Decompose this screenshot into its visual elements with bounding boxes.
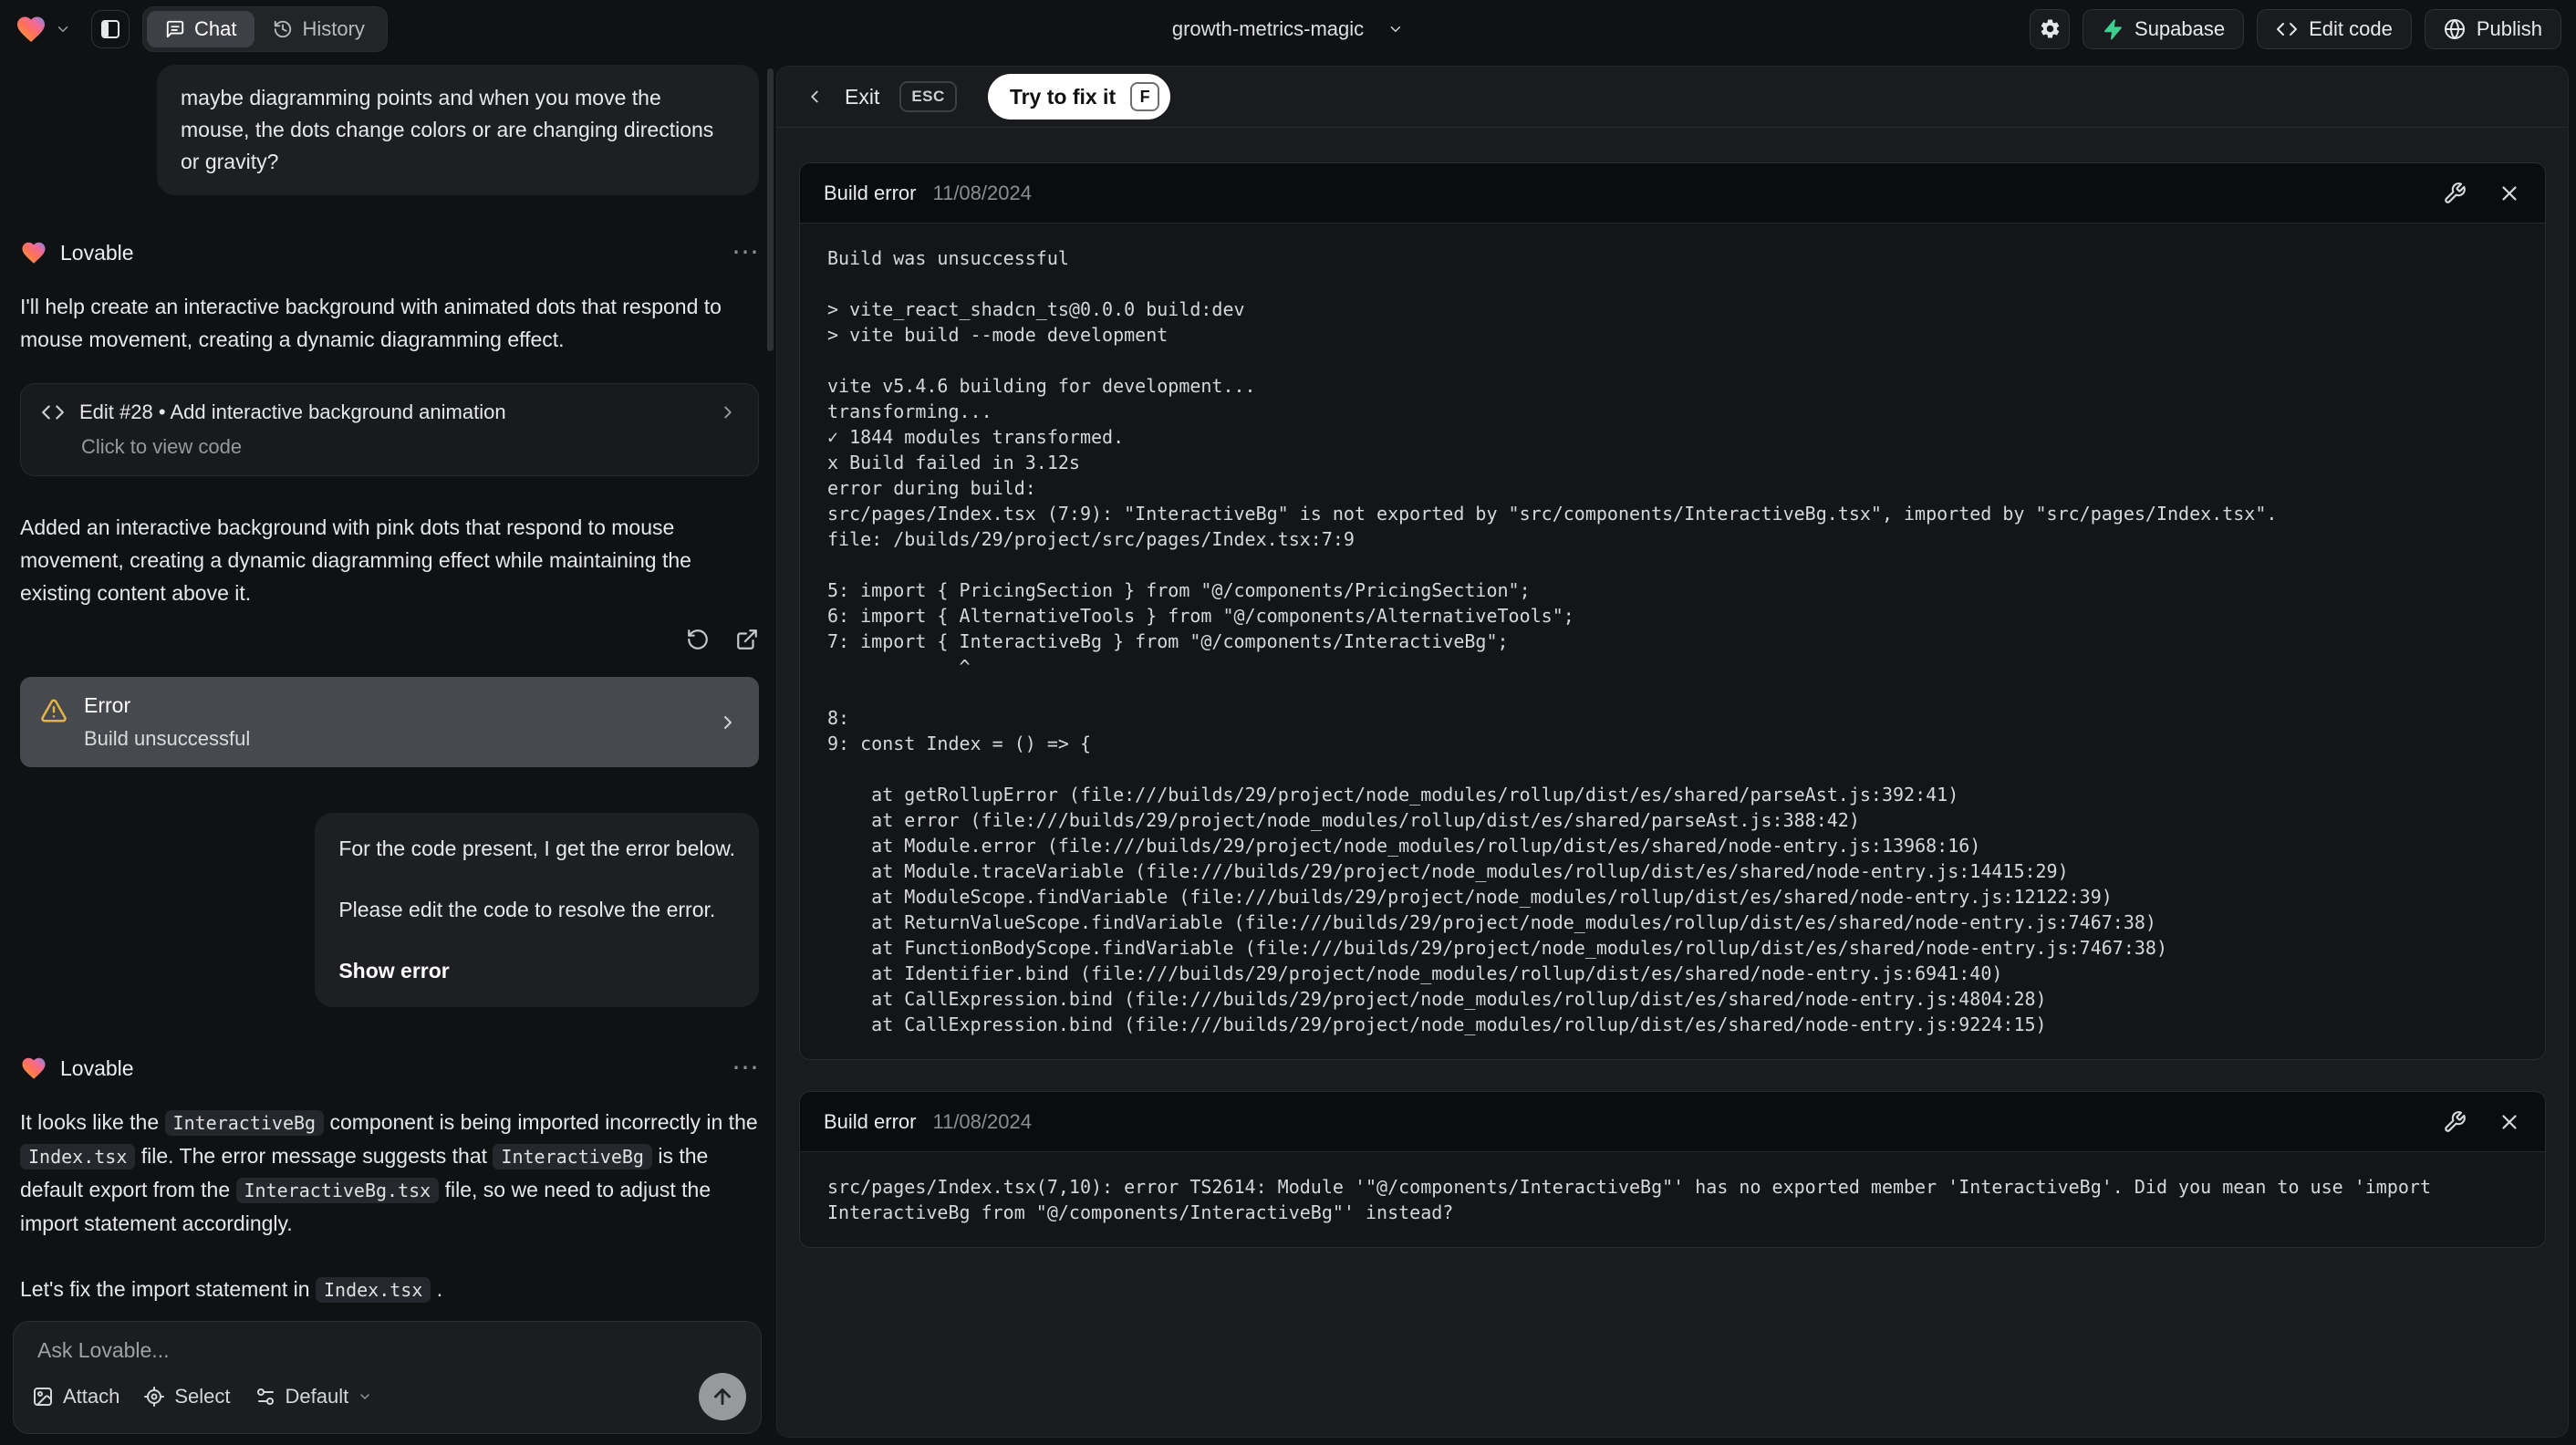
attach-button[interactable]: Attach (32, 1385, 119, 1409)
project-selector[interactable]: growth-metrics-magic (1172, 0, 1404, 57)
topbar-actions: Supabase Edit code Publish (2030, 8, 2561, 49)
select-target-icon (143, 1386, 165, 1408)
assistant-message: Added an interactive background with pin… (20, 515, 691, 605)
close-icon[interactable] (2498, 182, 2521, 205)
edit-code-button[interactable]: Edit code (2257, 8, 2412, 49)
edit-card-28[interactable]: Edit #28 • Add interactive background an… (20, 383, 759, 476)
assistant-name: Lovable (60, 1055, 134, 1080)
user-message: maybe diagramming points and when you mo… (157, 65, 759, 195)
code-icon (2276, 18, 2298, 40)
user-message-text: Please edit the code to resolve the erro… (338, 898, 716, 921)
arrow-up-icon (711, 1385, 734, 1409)
mode-label: Default (285, 1385, 349, 1408)
user-message: For the code present, I get the error be… (315, 813, 759, 1007)
assistant-name: Lovable (60, 240, 134, 265)
supabase-button[interactable]: Supabase (2083, 8, 2245, 49)
chat-input-toolbar: Attach Select Default (32, 1373, 746, 1420)
top-bar: Chat History growth-metrics-magic Supaba… (0, 0, 2576, 57)
fix-button-label: Try to fix it (1009, 84, 1117, 109)
try-to-fix-button[interactable]: Try to fix it F (987, 74, 1171, 120)
tab-history[interactable]: History (254, 11, 382, 47)
close-icon[interactable] (2498, 1110, 2521, 1134)
sidebar-toggle-button[interactable] (91, 9, 130, 48)
f-key-badge: F (1130, 82, 1160, 111)
console-panel: Exit ESC Try to fix it F Build error 11/… (776, 66, 2569, 1438)
settings-button[interactable] (2030, 8, 2071, 49)
edit-card-subtitle: Click to view code (81, 435, 243, 458)
supabase-label: Supabase (2135, 16, 2226, 40)
chat-bubble-icon (165, 19, 185, 39)
assistant-header: Lovable ⋯ (20, 239, 759, 266)
gear-icon (2039, 17, 2062, 40)
image-attach-icon (32, 1386, 54, 1408)
build-error-date: 11/08/2024 (932, 1109, 1032, 1133)
publish-button[interactable]: Publish (2424, 8, 2561, 49)
build-error-log: Build was unsuccessful > vite_react_shad… (827, 247, 2278, 1035)
lovable-heart-icon (20, 1055, 47, 1082)
chevron-right-icon (717, 712, 739, 733)
chevron-down-icon (1387, 21, 1404, 37)
send-button[interactable] (699, 1373, 746, 1420)
build-error-date: 11/08/2024 (932, 181, 1032, 204)
exit-label: Exit (845, 84, 880, 109)
globe-icon (2444, 18, 2466, 40)
esc-key-badge: ESC (899, 81, 957, 112)
user-message-text: maybe diagramming points and when you mo… (181, 86, 714, 173)
assistant-message-rich: Let's fix the import statement in Index.… (20, 1277, 443, 1303)
mode-select-button[interactable]: Default (254, 1385, 373, 1409)
console-header: Exit ESC Try to fix it F (777, 67, 2568, 128)
restore-icon[interactable] (686, 628, 710, 651)
warning-triangle-icon (40, 697, 68, 724)
error-card[interactable]: Error Build unsuccessful (20, 677, 759, 767)
build-error-card: Build error 11/08/2024 src/pages/Index.t… (799, 1091, 2546, 1248)
supabase-icon (2102, 18, 2124, 40)
lovable-logo-menu[interactable] (15, 13, 71, 46)
chat-history-tab-group: Chat History (142, 5, 388, 52)
sliders-icon (254, 1386, 276, 1408)
show-error-link[interactable]: Show error (338, 955, 735, 987)
chat-scrollbar-thumb[interactable] (767, 68, 774, 351)
tab-chat-label: Chat (194, 16, 237, 40)
message-list: maybe diagramming points and when you mo… (20, 57, 759, 1310)
chevron-right-icon (718, 402, 738, 422)
edit-card-title: Edit #28 • Add interactive background an… (79, 400, 506, 423)
build-error-card-header: Build error 11/08/2024 (800, 1092, 2545, 1152)
publish-label: Publish (2476, 16, 2542, 40)
assistant-header: Lovable ⋯ (20, 1055, 759, 1082)
chevron-left-icon (805, 87, 825, 107)
build-error-card-header: Build error 11/08/2024 (800, 163, 2545, 224)
project-name: growth-metrics-magic (1171, 16, 1365, 40)
select-label: Select (174, 1385, 231, 1408)
user-message-text: For the code present, I get the error be… (338, 837, 735, 860)
assistant-message: I'll help create an interactive backgrou… (20, 295, 722, 351)
assistant-message-rich: It looks like the InteractiveBg componen… (20, 1110, 758, 1235)
tab-history-label: History (302, 16, 365, 40)
chevron-down-icon (55, 21, 71, 37)
open-external-icon[interactable] (735, 628, 759, 651)
attach-label: Attach (63, 1385, 120, 1408)
build-error-card: Build error 11/08/2024 Build was unsucce… (799, 162, 2546, 1060)
select-button[interactable]: Select (143, 1385, 231, 1409)
error-card-title: Error (84, 693, 131, 717)
message-menu-button[interactable]: ⋯ (732, 1055, 759, 1082)
build-error-title: Build error (824, 181, 917, 204)
chat-input-container: Attach Select Default (13, 1321, 762, 1434)
chat-panel: maybe diagramming points and when you mo… (0, 57, 776, 1445)
history-icon (273, 19, 293, 39)
build-error-title: Build error (824, 1109, 917, 1133)
message-menu-button[interactable]: ⋯ (732, 239, 759, 266)
panel-left-icon (99, 18, 121, 40)
edit-code-label: Edit code (2309, 16, 2393, 40)
fix-wrench-icon[interactable] (2443, 182, 2467, 205)
fix-wrench-icon[interactable] (2443, 1110, 2467, 1134)
code-icon (41, 400, 65, 424)
error-card-subtitle: Build unsuccessful (84, 727, 251, 750)
tab-chat[interactable]: Chat (147, 10, 255, 47)
lovable-heart-icon (20, 239, 47, 266)
lovable-heart-icon (15, 13, 47, 46)
message-actions (20, 628, 759, 651)
chevron-down-icon (358, 1389, 372, 1404)
exit-button[interactable]: Exit ESC (805, 81, 957, 112)
build-error-log: src/pages/Index.tsx(7,10): error TS2614:… (827, 1176, 2431, 1223)
